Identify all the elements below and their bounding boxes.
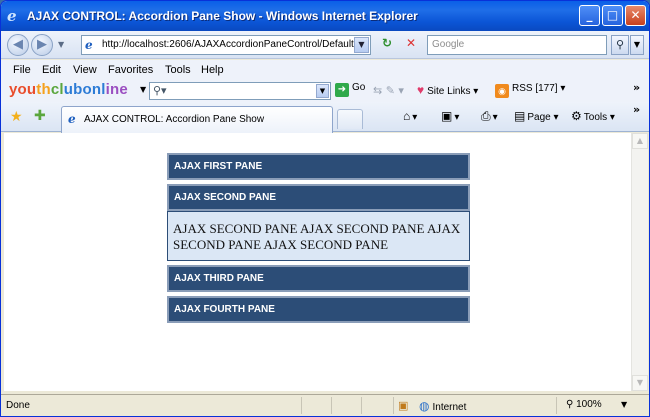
- tab-row: ★ ✚ e AJAX CONTROL: Accordion Pane Show …: [1, 102, 649, 133]
- menu-view[interactable]: View: [73, 64, 97, 76]
- page-content: AJAX FIRST PANE AJAX SECOND PANE AJAX SE…: [4, 133, 631, 391]
- menu-file[interactable]: File: [13, 64, 31, 76]
- tools-menu-button[interactable]: ⚙ Tools ▾: [571, 109, 615, 123]
- close-button[interactable]: ✕: [625, 5, 646, 26]
- toolbar: youthclubonline ▼ ⚲▾ ▼ ➜ Go ⇆ ✎ ▾ ♥ Site L…: [1, 80, 649, 102]
- title-bar[interactable]: e AJAX CONTROL: Accordion Pane Show - Wi…: [1, 1, 649, 31]
- rss-icon: ◉: [495, 84, 509, 98]
- menu-help[interactable]: Help: [201, 64, 224, 76]
- url-input[interactable]: e http://localhost:2606/AJAXAccordionPan…: [81, 35, 371, 55]
- rss-button[interactable]: ◉ RSS [177] ▾: [495, 83, 565, 98]
- print-icon[interactable]: ⎙ ▾: [481, 109, 498, 124]
- search-icon[interactable]: ⚲: [611, 35, 629, 55]
- heart-icon: ♥: [417, 83, 425, 97]
- tab-active[interactable]: e AJAX CONTROL: Accordion Pane Show: [61, 106, 333, 133]
- page-icon: ▤: [514, 109, 526, 123]
- stop-icon[interactable]: ✕: [401, 36, 421, 54]
- scroll-down-icon[interactable]: ▼: [632, 375, 648, 391]
- search-placeholder: Google: [432, 39, 465, 50]
- home-icon[interactable]: ⌂ ▾: [403, 109, 417, 123]
- more-chevron-icon[interactable]: »: [633, 81, 640, 94]
- go-arrow-icon: ➜: [335, 83, 349, 97]
- ie-icon: e: [7, 7, 17, 25]
- go-button[interactable]: ➜ Go: [335, 82, 365, 100]
- brand-logo[interactable]: youthclubonline: [9, 81, 128, 98]
- browser-window: e AJAX CONTROL: Accordion Pane Show - Wi…: [0, 0, 650, 417]
- back-button[interactable]: ◀: [7, 34, 29, 56]
- menu-edit[interactable]: Edit: [42, 64, 61, 76]
- forward-button[interactable]: ▶: [31, 34, 53, 56]
- page-menu-button[interactable]: ▤ Page ▾: [514, 109, 559, 123]
- zoom-level[interactable]: ⚲ 100%: [566, 399, 602, 410]
- protected-mode-icon[interactable]: ▣: [398, 399, 408, 412]
- url-text: http://localhost:2606/AJAXAccordionPaneC…: [102, 39, 354, 50]
- minimize-button[interactable]: _: [579, 5, 600, 26]
- accordion-header-second[interactable]: AJAX SECOND PANE: [167, 184, 470, 211]
- status-text: Done: [6, 400, 30, 411]
- accordion: AJAX FIRST PANE AJAX SECOND PANE AJAX SE…: [167, 153, 470, 327]
- toolbar-search-dropdown[interactable]: ▼: [316, 84, 329, 98]
- recent-pages-dropdown[interactable]: ▼: [58, 40, 64, 49]
- url-dropdown[interactable]: ▼: [354, 37, 369, 53]
- zoom-dropdown-icon[interactable]: ▼: [621, 400, 627, 409]
- brand-dropdown-icon[interactable]: ▼: [140, 85, 146, 94]
- menu-favorites[interactable]: Favorites: [108, 64, 153, 76]
- toolbar-search-input[interactable]: ⚲▾ ▼: [149, 82, 331, 100]
- security-zone[interactable]: ◍ Internet: [419, 399, 466, 413]
- add-favorites-icon[interactable]: ✚: [34, 108, 46, 124]
- gear-icon: ⚙: [571, 109, 582, 123]
- search-input[interactable]: Google: [427, 35, 607, 55]
- accordion-header-fourth[interactable]: AJAX FOURTH PANE: [167, 296, 470, 323]
- page-icon: e: [85, 38, 93, 52]
- toolbar-nav-icons[interactable]: ⇆ ✎ ▾: [373, 84, 404, 97]
- maximize-button[interactable]: □: [602, 5, 623, 26]
- menu-tools[interactable]: Tools: [165, 64, 191, 76]
- vertical-scrollbar[interactable]: ▲ ▼: [631, 133, 648, 391]
- site-links-button[interactable]: ♥ Site Links ▾: [417, 83, 478, 97]
- feeds-icon[interactable]: ▣ ▾: [441, 109, 459, 123]
- globe-icon: ◍: [419, 399, 430, 413]
- address-bar: ◀ ▶ ▼ e http://localhost:2606/AJAXAccord…: [1, 31, 649, 59]
- tab-label: AJAX CONTROL: Accordion Pane Show: [84, 114, 265, 125]
- new-tab-button[interactable]: [337, 109, 363, 129]
- zoom-icon: ⚲: [566, 399, 574, 410]
- tab-ie-icon: e: [68, 112, 76, 126]
- search-options-dropdown[interactable]: ▼: [630, 35, 644, 55]
- accordion-header-third[interactable]: AJAX THIRD PANE: [167, 265, 470, 292]
- more-commands-chevron-icon[interactable]: »: [633, 103, 640, 116]
- accordion-content-second: AJAX SECOND PANE AJAX SECOND PANE AJAX S…: [167, 211, 470, 261]
- favorites-star-icon[interactable]: ★: [10, 109, 23, 125]
- menu-bar: File Edit View Favorites Tools Help: [1, 60, 649, 80]
- window-title: AJAX CONTROL: Accordion Pane Show - Wind…: [27, 9, 418, 23]
- refresh-icon[interactable]: ↻: [377, 36, 397, 54]
- status-bar: Done ▣ ◍ Internet ⚲ 100% ▼: [1, 394, 649, 416]
- scroll-up-icon[interactable]: ▲: [632, 133, 648, 149]
- accordion-header-first[interactable]: AJAX FIRST PANE: [167, 153, 470, 180]
- magnifier-icon: ⚲▾: [153, 84, 167, 97]
